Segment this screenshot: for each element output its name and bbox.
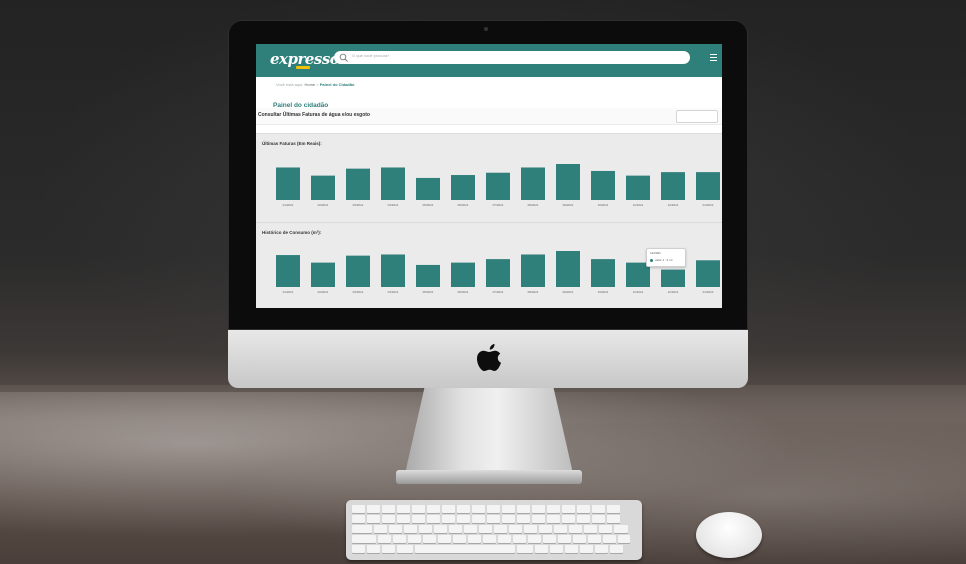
chart-bar[interactable] (521, 167, 545, 200)
logo-underline (296, 66, 310, 69)
chart-tooltip: 12/2021 valor 1 : 3 m³ (646, 248, 686, 267)
x-tick-label: 06/2021 (458, 290, 469, 294)
keyboard-row (352, 525, 628, 533)
apple-logo-icon (477, 344, 501, 371)
consult-invoices-select[interactable] (676, 110, 718, 123)
consult-invoices-label: Consultar Últimas Faturas de água e/ou e… (258, 112, 370, 118)
tooltip-value: valor 1 : 3 m³ (655, 258, 673, 262)
chart-bar[interactable] (381, 254, 405, 287)
breadcrumb: Você está aqui: Home > Painel do Cidadão (276, 82, 354, 87)
keyboard-row (352, 535, 630, 543)
chart-bar[interactable] (661, 172, 685, 200)
keyboard-row (352, 515, 620, 523)
consult-invoices-row: Consultar Últimas Faturas de água e/ou e… (256, 108, 722, 125)
x-tick-label: 09/2021 (563, 290, 574, 294)
chart-bar[interactable] (556, 251, 580, 287)
x-tick-label: 12/2021 (668, 203, 679, 207)
camera-icon (484, 27, 488, 31)
x-tick-label: 05/2021 (423, 290, 434, 294)
chart-bar[interactable] (486, 259, 510, 287)
monitor-stand-base (396, 470, 582, 484)
chart-bar[interactable] (276, 167, 300, 200)
tooltip-series-dot (650, 259, 653, 262)
chart-bar[interactable] (521, 254, 545, 287)
search-icon (339, 53, 348, 62)
chart-bar[interactable] (696, 260, 720, 287)
chart-bar[interactable] (311, 262, 335, 287)
chart-bar[interactable] (486, 172, 510, 200)
chart-bar[interactable] (591, 259, 615, 287)
chart-bar[interactable] (696, 172, 720, 200)
x-tick-label: 06/2021 (458, 203, 469, 207)
x-tick-label: 05/2021 (423, 203, 434, 207)
chart-bar[interactable] (451, 175, 475, 200)
x-tick-label: 04/2021 (388, 203, 399, 207)
x-tick-label: 10/2021 (598, 290, 609, 294)
chart-bar[interactable] (416, 177, 440, 200)
chart-bar[interactable] (556, 164, 580, 200)
x-tick-label: 11/2021 (633, 203, 644, 207)
breadcrumb-home-link[interactable]: Home (304, 82, 315, 87)
x-tick-label: 01/2021 (283, 203, 294, 207)
x-tick-label: 03/2021 (353, 203, 364, 207)
x-tick-label: 08/2021 (528, 203, 539, 207)
x-tick-label: 01/2022 (703, 290, 714, 294)
mouse (696, 512, 762, 558)
x-tick-label: 07/2021 (493, 203, 504, 207)
tooltip-date: 12/2021 (650, 251, 661, 255)
breadcrumb-separator: > (316, 82, 319, 87)
invoices-chart-panel: Últimas Faturas (Em Reais): 01/2021 02/20… (256, 133, 722, 222)
chart-bar[interactable] (416, 264, 440, 287)
consumption-chart-title: Histórico de Consumo (m³): (262, 230, 322, 235)
x-tick-label: 09/2021 (563, 203, 574, 207)
hamburger-menu-icon[interactable] (710, 54, 717, 61)
app-header: expresso O que você procura? (256, 44, 722, 77)
chart-bar[interactable] (276, 255, 300, 287)
chart-bar[interactable] (451, 262, 475, 287)
screen: expresso O que você procura? Você está a… (256, 44, 722, 308)
x-tick-label: 02/2021 (318, 290, 329, 294)
keyboard (346, 500, 642, 560)
chart-bar[interactable] (346, 255, 370, 287)
keyboard-row (352, 545, 623, 553)
chart-bar[interactable] (346, 168, 370, 200)
x-tick-label: 04/2021 (388, 290, 399, 294)
keyboard-row (352, 505, 620, 513)
invoices-bar-chart: 01/2021 02/2021 03/2021 04/2021 05/2021 06/20… (276, 164, 720, 207)
x-tick-label: 02/2021 (318, 203, 329, 207)
x-tick-label: 07/2021 (493, 290, 504, 294)
x-tick-label: 03/2021 (353, 290, 364, 294)
search-input[interactable]: O que você procura? (334, 51, 690, 64)
x-tick-label: 01/2022 (703, 203, 714, 207)
x-tick-label: 01/2021 (283, 290, 294, 294)
x-tick-label: 08/2021 (528, 290, 539, 294)
chart-bar[interactable] (311, 175, 335, 200)
chart-bar[interactable] (661, 269, 685, 287)
breadcrumb-current: Painel do Cidadão (319, 82, 355, 87)
chart-bar[interactable] (381, 167, 405, 200)
x-tick-label: 12/2021 (668, 290, 679, 294)
x-tick-label: 11/2021 (633, 290, 644, 294)
monitor-stand (404, 388, 574, 478)
x-tick-label: 10/2021 (598, 203, 609, 207)
invoices-chart-title: Últimas Faturas (Em Reais): (262, 141, 322, 146)
chart-bar[interactable] (626, 175, 650, 200)
search-placeholder: O que você procura? (352, 53, 390, 58)
chart-bar[interactable] (591, 170, 615, 200)
breadcrumb-prefix: Você está aqui: (276, 82, 304, 87)
